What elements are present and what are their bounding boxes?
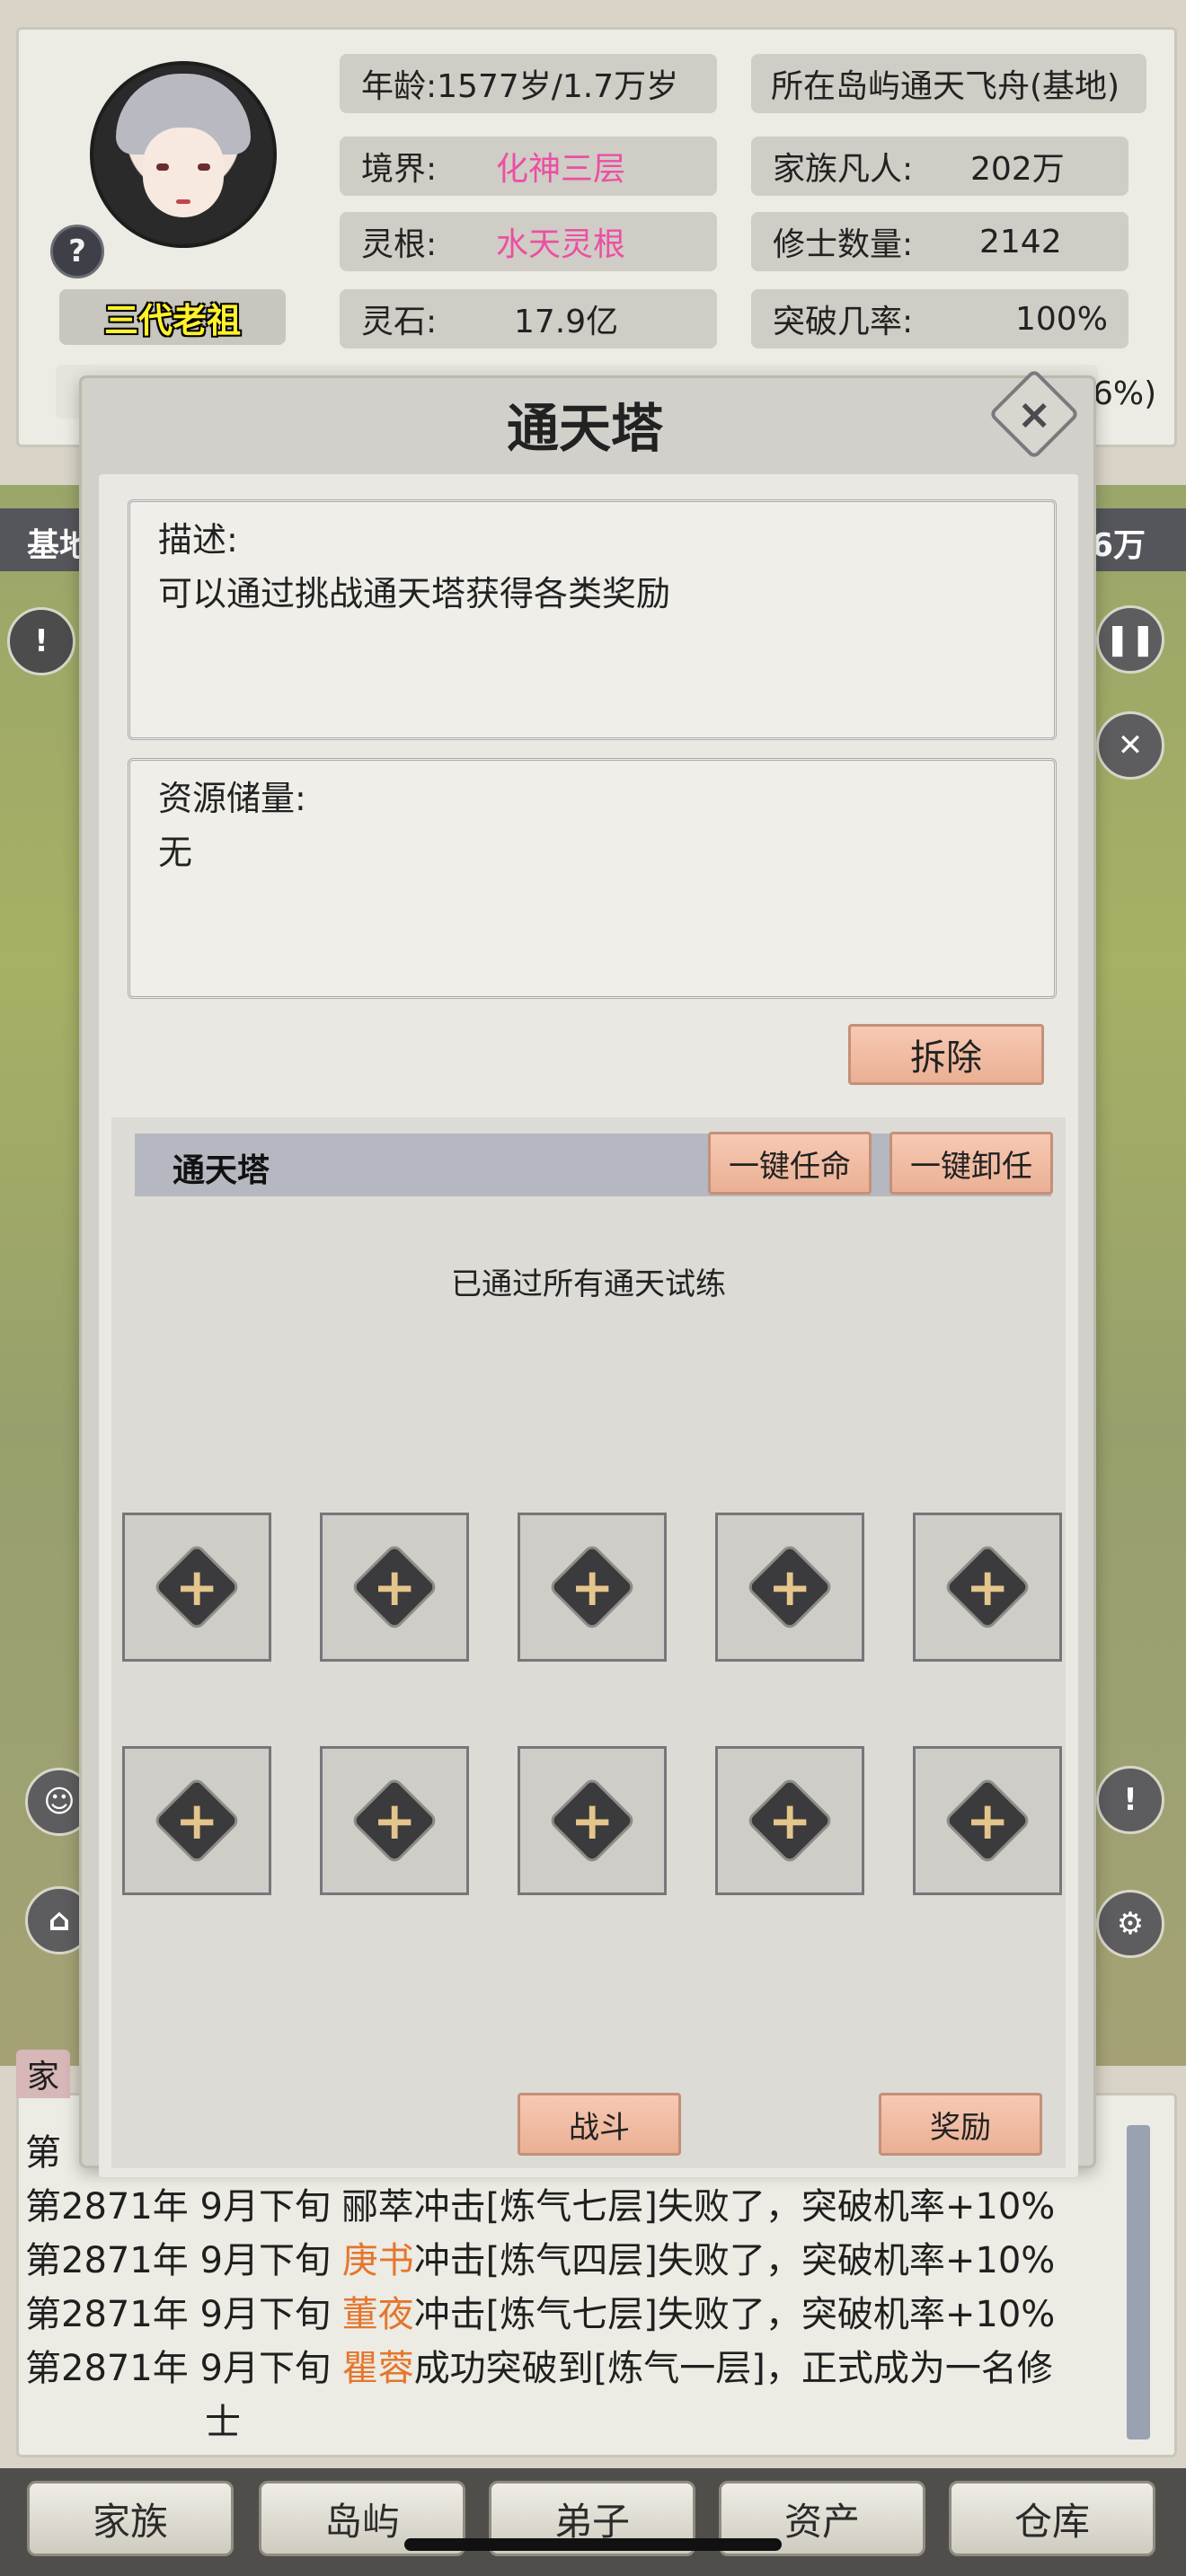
partial-percent-text: 6%) (1093, 375, 1157, 412)
stat-label: 年龄: (361, 68, 438, 105)
stat-value: 100% (1015, 300, 1108, 338)
avatar-eye (198, 163, 210, 171)
log-tab-family[interactable]: 家 (16, 2050, 70, 2098)
stat-value: 化神三层 (496, 151, 626, 188)
stat-age: 年龄: 1577岁/1.7万岁 (340, 54, 717, 113)
staff-slot[interactable]: + (518, 1513, 667, 1662)
demolish-button[interactable]: 拆除 (848, 1024, 1044, 1085)
stat-label: 突破几率: (773, 304, 914, 340)
reward-button[interactable]: 奖励 (879, 2093, 1042, 2156)
stat-realm: 境界: 化神三层 (340, 137, 717, 196)
staff-slot[interactable]: + (715, 1746, 864, 1895)
resource-label: 资源储量: (158, 779, 306, 818)
avatar[interactable] (90, 61, 277, 248)
staff-slot[interactable]: + (913, 1746, 1062, 1895)
log-line: 第2871年 9月下旬 郦萃冲击[炼气七层]失败了，突破机率+10% (25, 2186, 1056, 2228)
log-line: 第 (25, 2132, 61, 2174)
add-icon: + (745, 1776, 835, 1866)
staff-slot[interactable]: + (122, 1513, 271, 1662)
log-person-name[interactable]: 董夜 (342, 2294, 414, 2335)
resource-text: 无 (158, 833, 193, 872)
log-scrollbar[interactable] (1127, 2125, 1150, 2439)
add-icon: + (152, 1542, 242, 1632)
staff-slot[interactable]: + (913, 1513, 1062, 1662)
staff-slot[interactable]: + (715, 1513, 864, 1662)
stat-label: 灵根: (361, 226, 438, 263)
stat-value: 1577岁/1.7万岁 (437, 68, 679, 105)
staff-slot[interactable]: + (518, 1746, 667, 1895)
task-icon[interactable]: ! (1096, 1766, 1164, 1834)
stat-label: 修士数量: (773, 226, 914, 263)
stat-breakthrough: 突破几率: 100% (751, 289, 1128, 348)
nav-warehouse[interactable]: 仓库 (949, 2481, 1155, 2556)
battle-button[interactable]: 战斗 (518, 2093, 681, 2156)
nav-family[interactable]: 家族 (27, 2481, 234, 2556)
log-person-name[interactable]: 瞿蓉 (342, 2348, 414, 2389)
avatar-eye (156, 163, 169, 171)
log-text: 冲击[炼气七层]失败了，突破机率+10% (413, 2294, 1056, 2335)
description-box (128, 499, 1057, 740)
log-text: 冲击[炼气四层]失败了，突破机率+10% (413, 2240, 1056, 2281)
stat-spirit-stones: 灵石: 17.9亿 (340, 289, 717, 348)
add-icon: + (745, 1542, 835, 1632)
avatar-face (143, 128, 224, 217)
help-icon[interactable]: ? (50, 225, 104, 278)
add-icon: + (350, 1776, 439, 1866)
alert-icon[interactable]: ! (7, 607, 75, 675)
staff-slot[interactable]: + (320, 1513, 469, 1662)
add-icon: + (350, 1542, 439, 1632)
staff-slot[interactable]: + (122, 1746, 271, 1895)
log-text: 成功突破到[炼气一层]，正式成为一名修 (413, 2348, 1053, 2389)
trial-status-text: 已通过所有通天试练 (451, 1266, 726, 1302)
description-label: 描述: (158, 520, 238, 560)
character-title: 三代老祖 (59, 289, 286, 345)
description-text: 可以通过挑战通天塔获得各类奖励 (158, 574, 671, 613)
stat-mortals: 家族凡人: 202万 (751, 137, 1128, 196)
stat-label: 家族凡人: (773, 151, 914, 188)
log-line: 第2871年 9月下旬 董夜冲击[炼气七层]失败了，突破机率+10% (25, 2285, 1055, 2337)
log-person-name[interactable]: 庚书 (342, 2240, 414, 2281)
staff-slot[interactable]: + (320, 1746, 469, 1895)
appoint-all-button[interactable]: 一键任命 (708, 1132, 872, 1195)
section-title: 通天塔 (173, 1152, 270, 1189)
stat-spirit-root: 灵根: 水天灵根 (340, 212, 717, 271)
stat-value: 水天灵根 (496, 226, 626, 263)
log-line: 第2871年 9月下旬 庚书冲击[炼气四层]失败了，突破机率+10% (25, 2231, 1055, 2283)
add-icon: + (547, 1542, 637, 1632)
log-line-wrap: 士 (205, 2402, 241, 2443)
dialog-title: 通天塔 (506, 398, 663, 459)
close-map-icon[interactable]: ✕ (1096, 711, 1164, 780)
dismiss-all-button[interactable]: 一键卸任 (890, 1132, 1053, 1195)
stat-cultivators: 修士数量: 2142 (751, 212, 1128, 271)
add-icon: + (152, 1776, 242, 1866)
map-count-text: 6万 (1091, 527, 1146, 564)
log-date: 第2871年 9月下旬 (25, 2348, 342, 2389)
log-date: 第2871年 9月下旬 (25, 2294, 342, 2335)
stat-value: 通天飞舟(基地) (900, 68, 1120, 105)
stat-value: 2142 (979, 223, 1062, 260)
stat-label: 所在岛屿 (771, 68, 901, 105)
close-icon: × (988, 368, 1080, 460)
home-indicator[interactable] (404, 2538, 782, 2551)
stat-value: 202万 (970, 151, 1065, 188)
add-icon: + (943, 1776, 1032, 1866)
stat-label: 灵石: (361, 304, 438, 340)
log-line: 第2871年 9月下旬 瞿蓉成功突破到[炼气一层]，正式成为一名修 (25, 2339, 1053, 2391)
stat-value: 17.9亿 (514, 304, 619, 340)
settings-icon[interactable]: ⚙ (1096, 1890, 1164, 1958)
add-icon: + (943, 1542, 1032, 1632)
stat-island: 所在岛屿 通天飞舟(基地) (751, 54, 1146, 113)
close-button[interactable]: × (988, 368, 1080, 460)
add-icon: + (547, 1776, 637, 1866)
log-date: 第2871年 9月下旬 (25, 2240, 342, 2281)
stat-label: 境界: (361, 151, 438, 188)
pause-icon[interactable]: ❚❚ (1096, 605, 1164, 674)
avatar-mouth (176, 199, 190, 204)
